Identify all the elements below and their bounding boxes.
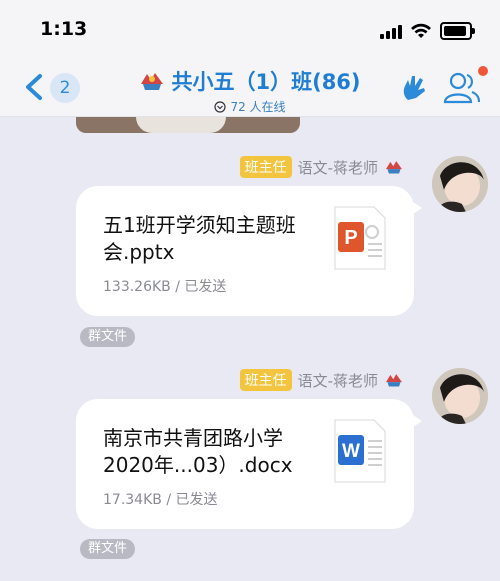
powerpoint-icon: P xyxy=(334,206,386,270)
online-status: 72 人在线 xyxy=(125,98,375,115)
sender-row: 班主任 语文-蒋老师 xyxy=(239,369,404,391)
sender-row: 班主任 语文-蒋老师 xyxy=(239,156,404,178)
status-bar: 1:13 xyxy=(0,0,500,60)
sender-emblem-icon xyxy=(386,374,402,387)
chat-title-text: 共小五（1）班(86) xyxy=(171,70,361,94)
file-message-bubble[interactable]: 南京市共青团路小学2020年...03）.docx 17.34KB / 已发送 … xyxy=(76,399,422,529)
class-emblem-icon xyxy=(141,73,164,90)
sender-emblem-icon xyxy=(386,161,402,174)
wifi-icon xyxy=(411,23,431,38)
group-file-tag[interactable]: 群文件 xyxy=(80,327,136,347)
file-meta: 17.34KB / 已发送 xyxy=(103,492,218,508)
battery-icon xyxy=(440,22,475,40)
chat-title: 共小五（1）班(86) xyxy=(139,66,361,96)
role-badge: 班主任 xyxy=(239,156,292,178)
chat-title-area[interactable]: 共小五（1）班(86) 72 人在线 xyxy=(125,66,375,115)
file-message-bubble[interactable]: 五1班开学须知主题班会.pptx 133.26KB / 已发送 P xyxy=(76,186,422,316)
sender-name[interactable]: 语文-蒋老师 xyxy=(298,370,378,391)
svg-text:P: P xyxy=(344,227,357,249)
chat-header: 2 共小五（1）班(86) 72 人在线 xyxy=(0,60,500,117)
hand-gesture-icon[interactable] xyxy=(400,74,430,102)
online-count-text: 72 人在线 xyxy=(230,100,286,114)
previous-image-message[interactable] xyxy=(76,117,300,133)
back-chevron-icon[interactable] xyxy=(20,72,48,102)
avatar[interactable] xyxy=(432,368,488,424)
status-time: 1:13 xyxy=(40,18,88,40)
role-badge: 班主任 xyxy=(239,369,292,391)
unread-count-badge[interactable]: 2 xyxy=(50,73,80,103)
avatar[interactable] xyxy=(432,156,488,212)
chevron-down-circle-icon xyxy=(214,100,227,113)
sender-name[interactable]: 语文-蒋老师 xyxy=(298,157,378,178)
file-name: 五1班开学须知主题班会.pptx xyxy=(103,213,296,264)
svg-text:W: W xyxy=(342,441,360,462)
notification-dot xyxy=(478,66,488,76)
word-icon: W xyxy=(334,419,386,483)
status-icons xyxy=(380,21,475,41)
file-name: 南京市共青团路小学2020年...03）.docx xyxy=(103,426,293,477)
group-file-tag[interactable]: 群文件 xyxy=(80,539,136,559)
group-members-icon[interactable] xyxy=(442,70,482,104)
file-meta: 133.26KB / 已发送 xyxy=(103,279,227,295)
cellular-signal-icon xyxy=(380,23,402,39)
